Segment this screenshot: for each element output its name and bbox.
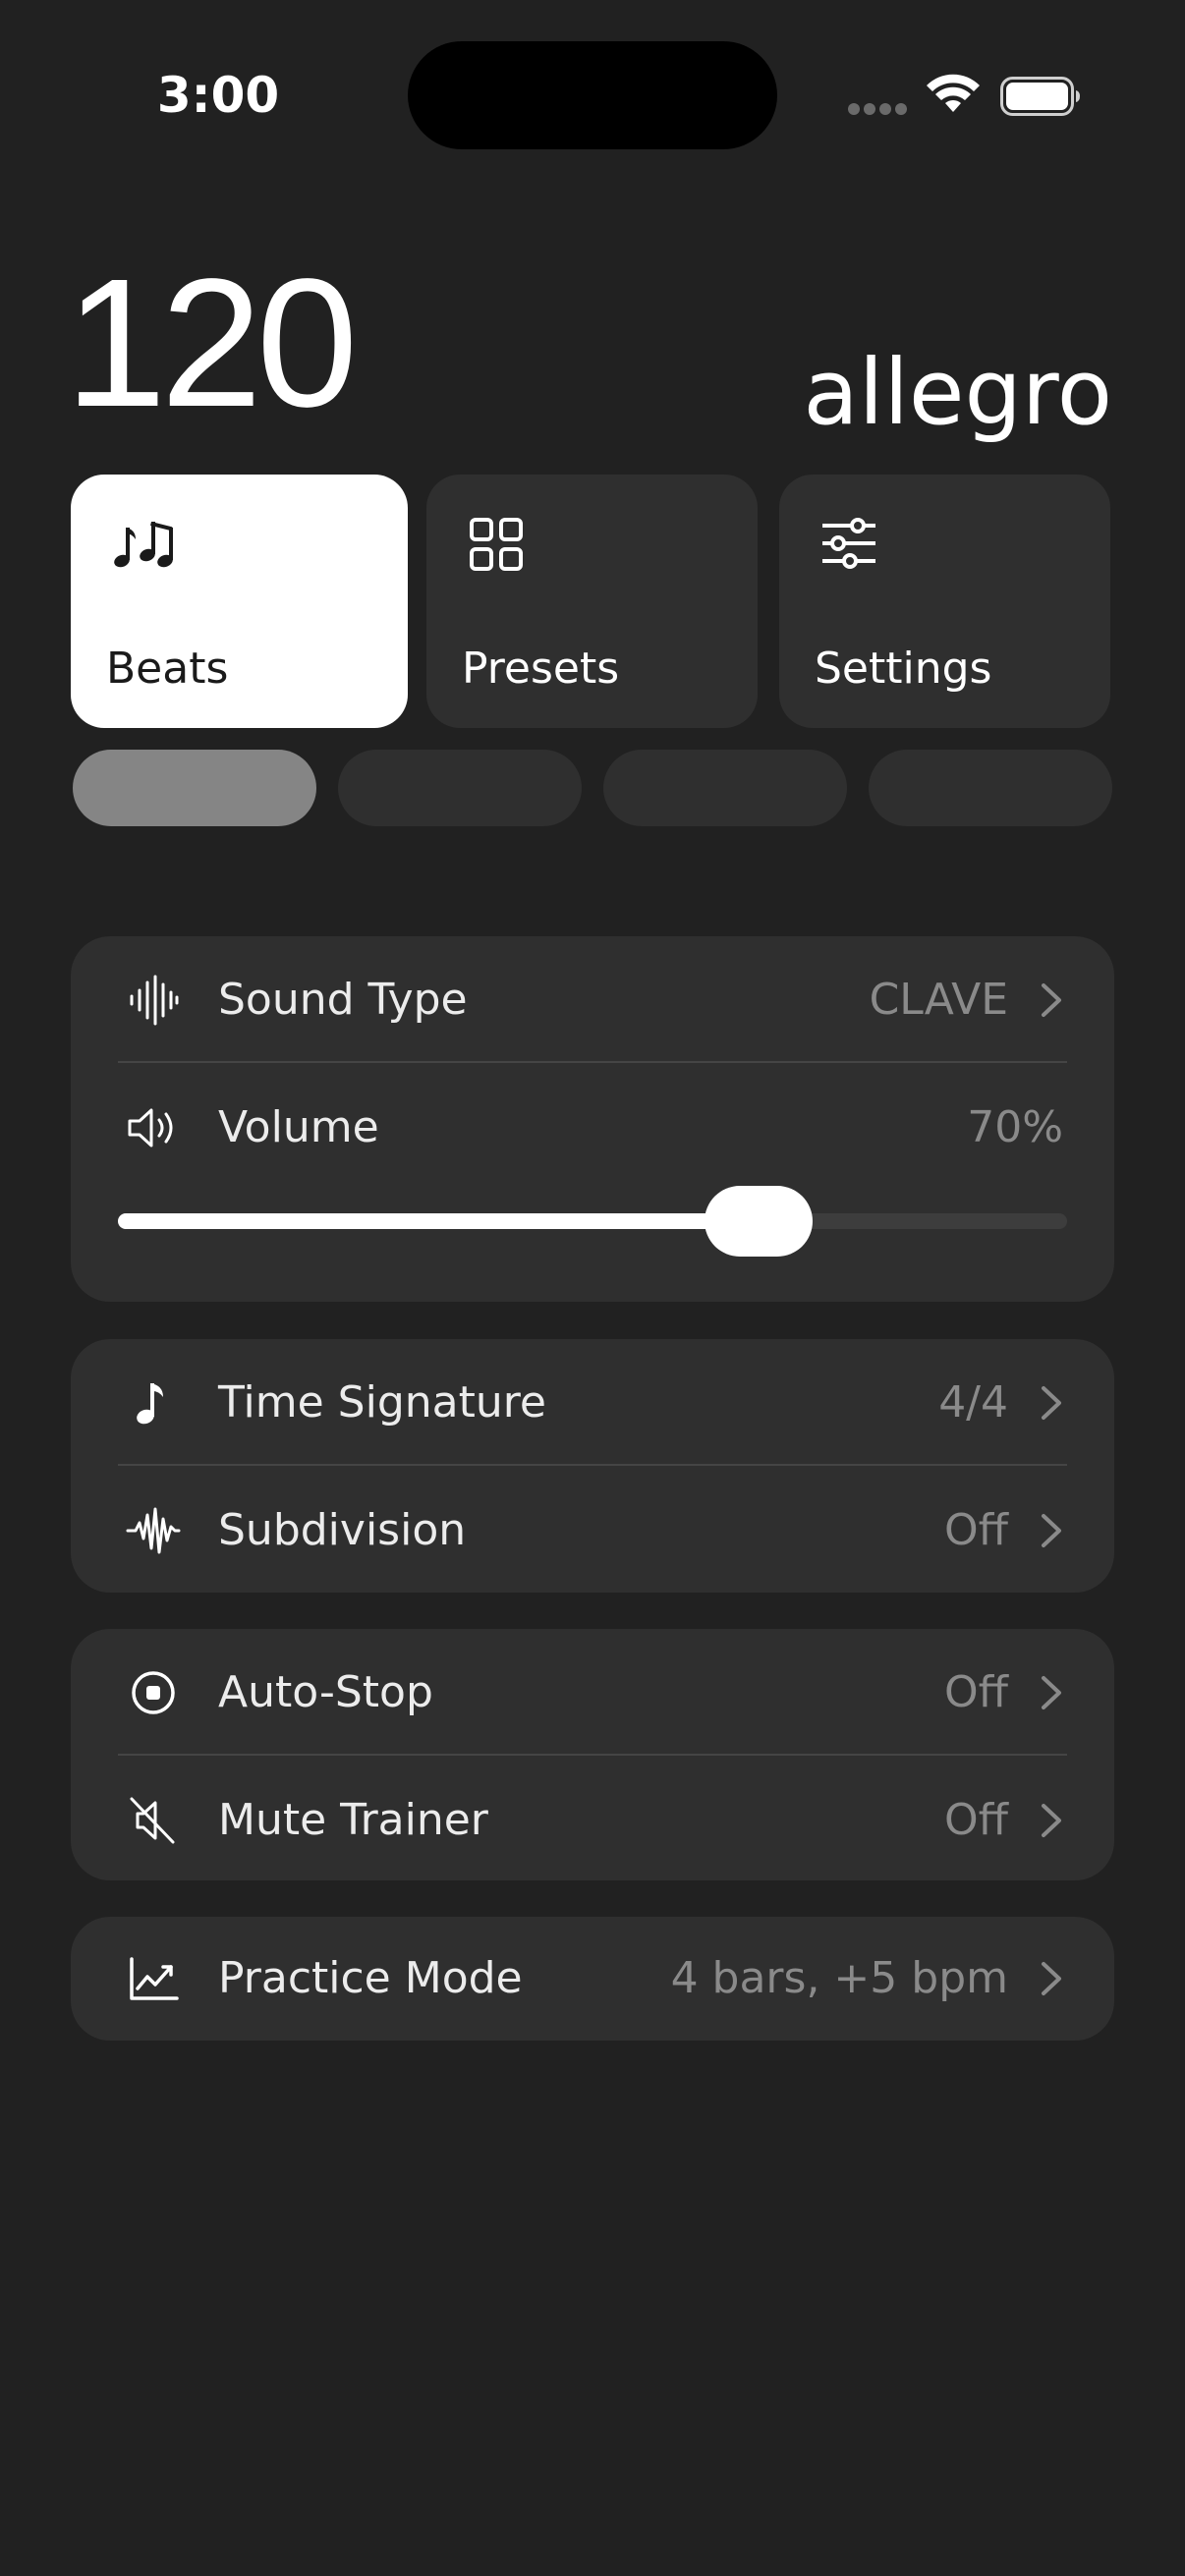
- practice-settings-card: Practice Mode 4 bars, +5 bpm: [71, 1917, 1114, 2041]
- divider: [118, 1464, 1067, 1466]
- sound-type-row[interactable]: Sound Type CLAVE: [71, 936, 1114, 1064]
- divider: [118, 1061, 1067, 1063]
- time-signature-label: Time Signature: [218, 1377, 546, 1428]
- chevron-right-icon: [1042, 983, 1061, 1017]
- auto-stop-value: Off: [944, 1667, 1008, 1717]
- stop-circle-icon: [132, 1671, 175, 1714]
- sound-type-label: Sound Type: [218, 975, 468, 1025]
- sound-type-value: CLAVE: [869, 975, 1008, 1025]
- tab-presets-label: Presets: [462, 644, 620, 694]
- chevron-right-icon: [1042, 1804, 1061, 1837]
- status-time: 3:00: [156, 67, 280, 124]
- tab-settings-label: Settings: [815, 644, 992, 694]
- tempo-marking: allegro: [803, 340, 1112, 445]
- tab-beats-label: Beats: [106, 644, 229, 694]
- volume-slider-fill: [118, 1213, 760, 1229]
- page-indicator-3[interactable]: [603, 750, 847, 826]
- chevron-right-icon: [1042, 1386, 1061, 1420]
- tab-settings[interactable]: Settings: [779, 475, 1110, 728]
- practice-mode-value: 4 bars, +5 bpm: [670, 1953, 1008, 2003]
- waveform-icon: [130, 975, 179, 1026]
- volume-slider-track[interactable]: [118, 1213, 1067, 1229]
- subdivision-label: Subdivision: [218, 1505, 467, 1555]
- sound-settings-card: Sound Type CLAVE Volume 70%: [71, 936, 1114, 1302]
- music-notes-icon: [114, 522, 173, 568]
- volume-label: Volume: [218, 1102, 379, 1152]
- trending-chart-icon: [130, 1957, 179, 2000]
- wifi-icon: [927, 74, 980, 112]
- battery-icon: [1000, 77, 1080, 116]
- trainer-settings-card: Auto-Stop Off Mute Trainer Off: [71, 1629, 1114, 1880]
- time-signature-value: 4/4: [938, 1377, 1008, 1428]
- page-indicator-4[interactable]: [869, 750, 1112, 826]
- volume-slider-thumb[interactable]: [705, 1186, 814, 1257]
- pulse-wave-icon: [126, 1507, 181, 1554]
- tab-presets[interactable]: Presets: [426, 475, 758, 728]
- volume-value: 70%: [967, 1102, 1063, 1152]
- sliders-icon: [822, 518, 875, 569]
- chevron-right-icon: [1042, 1514, 1061, 1547]
- page-indicator-2[interactable]: [338, 750, 582, 826]
- auto-stop-row[interactable]: Auto-Stop Off: [71, 1629, 1114, 1757]
- dynamic-island: [408, 41, 777, 149]
- chevron-right-icon: [1042, 1962, 1061, 1995]
- auto-stop-label: Auto-Stop: [218, 1667, 433, 1717]
- practice-mode-row[interactable]: Practice Mode 4 bars, +5 bpm: [71, 1915, 1114, 2043]
- rhythm-settings-card: Time Signature 4/4 Subdivision Off: [71, 1339, 1114, 1593]
- practice-mode-label: Practice Mode: [218, 1953, 523, 2003]
- music-note-icon: [137, 1383, 163, 1425]
- subdivision-row[interactable]: Subdivision Off: [71, 1467, 1114, 1595]
- speaker-icon: [128, 1108, 173, 1148]
- subdivision-value: Off: [944, 1505, 1008, 1555]
- divider: [118, 1754, 1067, 1756]
- page-indicator-1[interactable]: [73, 750, 316, 826]
- tab-beats[interactable]: Beats: [71, 475, 408, 728]
- speaker-muted-icon: [130, 1797, 175, 1844]
- cellular-signal-icon: [848, 103, 907, 115]
- volume-row: Volume 70%: [71, 1064, 1114, 1192]
- grid-icon: [470, 518, 523, 571]
- time-signature-row[interactable]: Time Signature 4/4: [71, 1339, 1114, 1467]
- mute-trainer-row[interactable]: Mute Trainer Off: [71, 1757, 1114, 1884]
- mute-trainer-label: Mute Trainer: [218, 1795, 488, 1845]
- chevron-right-icon: [1042, 1676, 1061, 1709]
- tempo-bpm[interactable]: 120: [65, 246, 358, 442]
- mute-trainer-value: Off: [944, 1795, 1008, 1845]
